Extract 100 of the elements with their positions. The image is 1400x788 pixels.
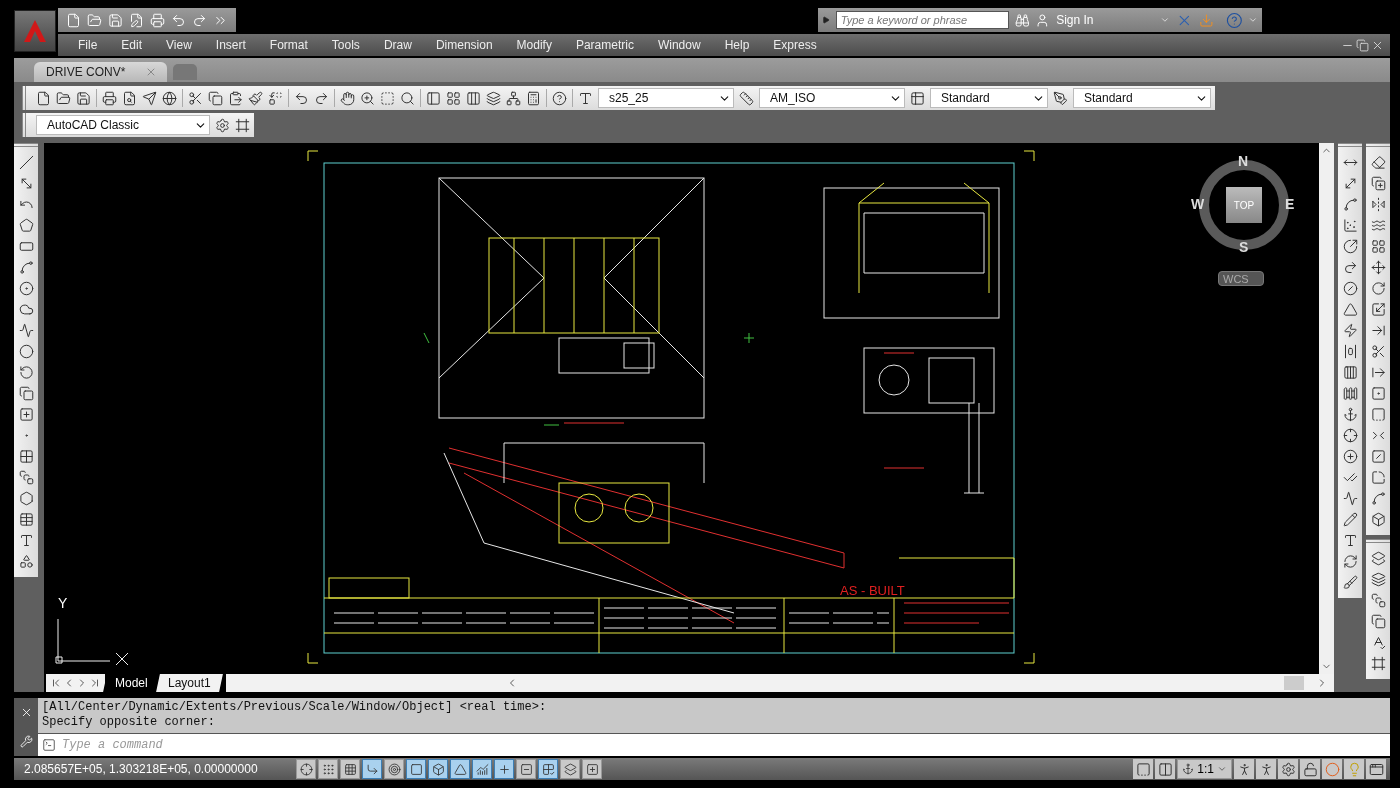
break-at-point-icon[interactable] xyxy=(1370,386,1386,401)
hatch-icon[interactable] xyxy=(18,449,34,464)
jogged-linear-icon[interactable] xyxy=(1342,491,1358,506)
aligned-dimension-icon[interactable] xyxy=(1342,176,1358,191)
layers-icon[interactable] xyxy=(486,90,501,106)
revision-cloud-icon[interactable] xyxy=(18,302,34,317)
circle-icon[interactable] xyxy=(18,281,34,296)
rotate-icon[interactable] xyxy=(1370,281,1386,296)
jogged-icon[interactable] xyxy=(1342,260,1358,275)
quick-dimension-icon[interactable] xyxy=(1342,323,1358,338)
grid-toggle[interactable] xyxy=(340,759,360,779)
first-tab-icon[interactable] xyxy=(50,677,62,689)
binoculars-icon[interactable] xyxy=(1014,12,1030,28)
dynamic-input-toggle[interactable] xyxy=(494,759,514,779)
sign-in-link[interactable]: Sign In xyxy=(1056,13,1155,27)
snap-mode-toggle[interactable] xyxy=(318,759,338,779)
tolerance-icon[interactable] xyxy=(1342,428,1358,443)
copy-icon[interactable] xyxy=(208,90,223,106)
explode-icon[interactable] xyxy=(1370,512,1386,527)
menu-item[interactable]: View xyxy=(154,38,204,52)
restore-icon[interactable] xyxy=(1356,38,1369,52)
ordinate-icon[interactable] xyxy=(1342,218,1358,233)
menu-item[interactable]: Tools xyxy=(319,38,372,52)
terminal-icon[interactable] xyxy=(42,738,56,752)
paste-icon[interactable] xyxy=(228,90,243,106)
zoom-window-icon[interactable] xyxy=(380,90,395,106)
pan-hand-icon[interactable] xyxy=(340,90,355,106)
clean-screen-icon[interactable] xyxy=(1368,761,1384,777)
continue-icon[interactable] xyxy=(1342,365,1358,380)
tool-palettes-icon[interactable] xyxy=(466,90,481,106)
text-style-icon[interactable] xyxy=(578,90,593,106)
layout-icon[interactable] xyxy=(1157,761,1173,777)
lineweight-toggle[interactable] xyxy=(516,759,536,779)
send-under-icon[interactable] xyxy=(1370,614,1386,629)
compass-east-label[interactable]: E xyxy=(1285,196,1295,212)
multileader-style-dropdown[interactable]: Standard xyxy=(1073,88,1211,108)
settings-icon[interactable] xyxy=(1280,761,1296,777)
fillet-icon[interactable] xyxy=(1370,470,1386,485)
hatch-back-icon[interactable] xyxy=(1370,656,1386,671)
save-as-icon[interactable] xyxy=(129,12,144,28)
multileader-style-icon[interactable] xyxy=(1053,90,1068,106)
copy-object-icon[interactable] xyxy=(1370,176,1386,191)
document-tab[interactable]: DRIVE CONV* xyxy=(34,62,168,82)
menu-item[interactable]: Draw xyxy=(371,38,424,52)
table-style-icon[interactable] xyxy=(910,90,925,106)
ortho-toggle[interactable] xyxy=(362,759,382,779)
center-mark-icon[interactable] xyxy=(1342,449,1358,464)
region-icon[interactable] xyxy=(18,491,34,506)
ucs-menu-button[interactable]: WCS xyxy=(1218,271,1264,286)
dimension-edit-icon[interactable] xyxy=(1342,512,1358,527)
annotation-scale-button[interactable]: 1:1 xyxy=(1177,759,1232,779)
layout-tab[interactable]: Layout1 xyxy=(155,674,223,692)
polygon-icon[interactable] xyxy=(18,218,34,233)
spline-icon[interactable] xyxy=(18,323,34,338)
make-block-icon[interactable] xyxy=(18,407,34,422)
blend-icon[interactable] xyxy=(1370,491,1386,506)
bring-front-icon[interactable] xyxy=(1370,551,1386,566)
properties-icon[interactable] xyxy=(426,90,441,106)
3d-snap-toggle[interactable] xyxy=(428,759,448,779)
diameter-icon[interactable] xyxy=(1342,281,1358,296)
move-icon[interactable] xyxy=(1370,260,1386,275)
transparency-toggle[interactable] xyxy=(538,759,558,779)
menu-item[interactable]: Help xyxy=(712,38,762,52)
menu-item[interactable]: Modify xyxy=(504,38,564,52)
plot-preview-icon[interactable] xyxy=(122,90,137,106)
workspace-dropdown[interactable]: AutoCAD Classic xyxy=(36,115,210,135)
menu-item[interactable]: File xyxy=(66,38,110,52)
cut-icon[interactable] xyxy=(188,90,203,106)
save-icon[interactable] xyxy=(76,90,91,106)
table-style-dropdown[interactable]: Standard xyxy=(930,88,1048,108)
model-icon[interactable] xyxy=(1135,761,1151,777)
expand-icon[interactable] xyxy=(822,16,830,24)
mirror-icon[interactable] xyxy=(1370,197,1386,212)
chamfer-icon[interactable] xyxy=(1370,449,1386,464)
new-file-icon[interactable] xyxy=(36,90,51,106)
zoom-icon[interactable] xyxy=(360,90,375,106)
globe-icon[interactable] xyxy=(162,90,177,106)
redo-icon[interactable] xyxy=(314,90,329,106)
baseline-icon[interactable] xyxy=(1342,344,1358,359)
bring-above-icon[interactable] xyxy=(1370,593,1386,608)
rectangle-icon[interactable] xyxy=(18,239,34,254)
angle-toggle[interactable] xyxy=(450,759,470,779)
publish-icon[interactable] xyxy=(142,90,157,106)
undo-icon[interactable] xyxy=(171,12,186,28)
gradient-icon[interactable] xyxy=(18,470,34,485)
help-icon[interactable] xyxy=(552,90,567,106)
menu-item[interactable]: Edit xyxy=(109,38,155,52)
wrench-icon[interactable] xyxy=(19,735,33,748)
dimension-text-icon[interactable] xyxy=(1342,533,1358,548)
menu-item[interactable]: Format xyxy=(257,38,320,52)
radius-icon[interactable] xyxy=(1342,239,1358,254)
dimension-style-dropdown[interactable]: AM_ISO xyxy=(759,88,905,108)
horizontal-scrollbar[interactable] xyxy=(226,674,1334,692)
add-selected-icon[interactable] xyxy=(18,554,34,569)
last-tab-icon[interactable] xyxy=(89,677,101,689)
selection-cycling-toggle[interactable] xyxy=(582,759,602,779)
menu-item[interactable]: Window xyxy=(645,38,713,52)
menu-item[interactable]: Insert xyxy=(203,38,258,52)
offset-icon[interactable] xyxy=(1370,218,1386,233)
menu-item[interactable]: Express xyxy=(761,38,829,52)
